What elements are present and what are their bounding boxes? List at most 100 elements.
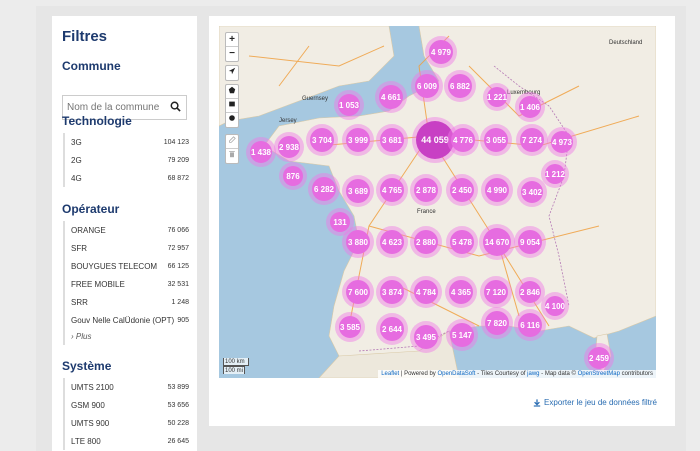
marker-cluster[interactable]: 4 661 [375,81,407,113]
marker-cluster[interactable]: 4 990 [481,174,513,206]
marker-cluster[interactable]: 9 054 [514,226,546,258]
marker-cluster[interactable]: 3 874 [376,276,408,308]
cluster-count: 2 644 [380,317,404,341]
marker-cluster[interactable]: 4 765 [376,174,408,206]
zoom-in-button[interactable]: + [226,33,238,47]
marker-cluster[interactable]: 6 282 [308,173,340,205]
marker-cluster[interactable]: 1 221 [483,83,511,111]
marker-cluster[interactable]: 3 055 [480,124,512,156]
marker-cluster[interactable]: 2 644 [376,313,408,345]
cluster-count: 4 784 [414,280,438,304]
filters-title: Filtres [62,28,108,45]
filter-item-3g[interactable]: 3G 104 123 [65,133,189,151]
marker-cluster[interactable]: 3 495 [410,321,442,353]
marker-cluster[interactable]: 2 938 [274,132,304,162]
marker-cluster[interactable]: 6 116 [514,309,546,341]
export-link[interactable]: Exporter le jeu de données filtré [533,398,657,407]
draw-circle-button[interactable] [226,113,238,127]
circle-icon [229,115,235,121]
marker-cluster[interactable]: 4 979 [425,36,457,68]
marker-cluster[interactable]: 2 878 [410,174,442,206]
cluster-count: 3 704 [310,128,334,152]
draw-rectangle-button[interactable] [226,99,238,113]
marker-cluster[interactable]: 1 406 [515,92,545,122]
marker-cluster[interactable]: 7 274 [516,124,548,156]
cluster-count: 4 979 [429,40,453,64]
map-view[interactable]: Deutschland Luxembourg Jersey Guernsey F… [219,26,656,378]
marker-cluster[interactable]: 4 365 [445,276,477,308]
marker-cluster[interactable]: 7 600 [342,276,374,308]
leaflet-link[interactable]: Leaflet [381,371,399,377]
label-jersey: Jersey [279,118,297,124]
cluster-count: 5 478 [450,230,474,254]
marker-cluster[interactable]: 3 999 [342,124,374,156]
marker-cluster[interactable]: 1 212 [541,160,569,188]
cluster-count: 1 221 [487,87,507,107]
scale-km: 100 km [223,358,249,366]
filter-item-free[interactable]: FREE MOBILE 32 531 [65,275,189,293]
filter-item-umts2100[interactable]: UMTS 2100 53 899 [65,378,189,396]
jawg-link[interactable]: jawg [527,371,539,377]
locate-button[interactable] [226,66,238,80]
marker-cluster[interactable]: 14 670 [479,224,515,260]
cluster-count: 4 100 [545,296,565,316]
marker-cluster[interactable]: 7 120 [480,276,512,308]
marker-cluster[interactable]: 4 623 [376,226,408,258]
main-panel: Deutschland Luxembourg Jersey Guernsey F… [209,16,675,426]
location-arrow-icon [228,67,236,75]
marker-cluster[interactable]: 2 459 [584,343,614,373]
marker-cluster[interactable]: 3 880 [342,226,374,258]
filter-item-bouygues[interactable]: BOUYGUES TELECOM 66 125 [65,257,189,275]
cluster-count: 7 820 [485,311,509,335]
filter-item-opt[interactable]: Gouv Nelle CalÜdonie (OPT) 905 [65,311,189,329]
zoom-out-button[interactable]: − [226,47,238,61]
cluster-count: 3 681 [380,128,404,152]
filter-item-sfr[interactable]: SFR 72 957 [65,239,189,257]
edit-layers-button[interactable] [226,135,238,149]
cluster-count: 9 054 [518,230,542,254]
cluster-count: 2 450 [450,178,474,202]
more-operators-link[interactable]: › Plus [65,329,189,345]
filter-item-gsm900[interactable]: GSM 900 53 656 [65,396,189,414]
cluster-count: 1 212 [545,164,565,184]
marker-cluster[interactable]: 876 [279,162,307,190]
cluster-count: 4 990 [485,178,509,202]
cluster-count: 4 661 [379,85,403,109]
locate-control [225,65,239,81]
draw-polygon-button[interactable] [226,85,238,99]
opendatasoft-link[interactable]: OpenDataSoft [437,371,475,377]
cluster-count: 6 116 [518,313,542,337]
filter-item-umts900[interactable]: UMTS 900 50 228 [65,414,189,432]
trash-icon [229,151,235,158]
marker-cluster[interactable]: 3 585 [335,312,365,342]
edit-controls [225,134,239,164]
marker-cluster[interactable]: 1 438 [246,137,276,167]
marker-cluster[interactable]: 4 776 [447,124,479,156]
search-icon[interactable] [170,101,181,112]
scale-mi: 100 mi [223,366,245,374]
marker-cluster[interactable]: 2 880 [410,226,442,258]
marker-cluster[interactable]: 4 784 [410,276,442,308]
marker-cluster[interactable]: 6 009 [411,70,443,102]
marker-cluster[interactable]: 3 704 [306,124,338,156]
marker-cluster[interactable]: 2 450 [446,174,478,206]
systeme-list: UMTS 2100 53 899 GSM 900 53 656 UMTS 900 50… [63,378,189,450]
marker-cluster[interactable]: 4 973 [547,127,577,157]
marker-cluster[interactable]: 3 689 [342,175,374,207]
delete-layers-button[interactable] [226,149,238,163]
filter-item-4g[interactable]: 4G 68 872 [65,169,189,187]
marker-cluster[interactable]: 5 147 [446,319,478,351]
filter-item-lte800[interactable]: LTE 800 26 645 [65,432,189,450]
marker-cluster[interactable]: 4 100 [541,292,569,320]
marker-cluster[interactable]: 1 053 [334,90,364,120]
openstreetmap-link[interactable]: OpenStreetMap [578,371,620,377]
marker-cluster[interactable]: 7 820 [481,307,513,339]
filter-item-srr[interactable]: SRR 1 248 [65,293,189,311]
marker-cluster[interactable]: 6 882 [444,70,476,102]
filter-item-2g[interactable]: 2G 79 209 [65,151,189,169]
cluster-count: 5 147 [450,323,474,347]
marker-cluster[interactable]: 3 681 [376,124,408,156]
marker-cluster[interactable]: 5 478 [446,226,478,258]
cluster-count: 2 878 [414,178,438,202]
filter-item-orange[interactable]: ORANGE 76 066 [65,221,189,239]
